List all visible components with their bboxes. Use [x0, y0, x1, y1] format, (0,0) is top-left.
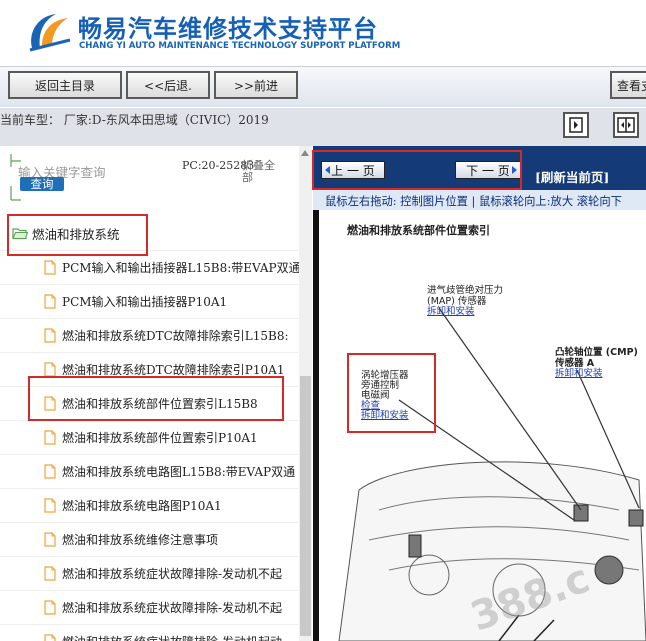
tree-scrollbar[interactable] — [299, 146, 312, 641]
home-button[interactable]: 返回主目录 — [8, 71, 122, 99]
refresh-page-link[interactable]: [刷新当前页] — [535, 167, 609, 186]
next-page-button[interactable]: 下 一 页 — [455, 161, 521, 179]
viewer-hint-text: 鼠标左右拖动: 控制图片位置 | 鼠标滚轮向上:放大 滚轮向下 — [325, 195, 622, 208]
single-page-icon — [569, 117, 583, 133]
tree-item[interactable]: 燃油和排放系统症状故障排除-发动机不起 — [0, 556, 298, 591]
document-icon — [44, 328, 56, 343]
cmp-sensor-link[interactable]: 拆卸和安装 — [555, 365, 603, 379]
back-button[interactable]: <<后退. — [126, 71, 210, 99]
tree-item[interactable]: 燃油和排放系统电路图P10A1 — [0, 488, 298, 523]
current-vehicle-label: 当前车型： 厂家:D-东风本田思域（CIVIC）2019 — [0, 113, 269, 127]
tree-item-label: PCM输入和输出插接器L15B8:带EVAP双通 — [62, 261, 301, 275]
tree-item-label: 燃油和排放系统DTC故障排除索引L15B8: — [62, 329, 289, 343]
collapse-all-link[interactable]: 折叠全部 — [242, 160, 282, 184]
tree-item[interactable]: PCM输入和输出插接器P10A1 — [0, 284, 298, 319]
scrollbar-thumb[interactable] — [300, 376, 311, 636]
document-icon — [44, 464, 56, 479]
forward-button[interactable]: >>前进 — [214, 71, 298, 99]
document-icon — [44, 498, 56, 513]
engine-diagram-drawing — [338, 307, 646, 641]
tree-item-label: 燃油和排放系统症状故障排除-发动机起动 — [62, 633, 282, 641]
fit-page-button[interactable] — [563, 112, 589, 138]
arrow-right-icon — [512, 166, 517, 174]
tree-category-label: 燃油和排放系统 — [32, 226, 120, 242]
tree-connector-icon — [10, 186, 21, 201]
diagram-image[interactable]: 燃油和排放系统部件位置索引 进气歧管绝对压力 (MAP) 传感器 拆卸和安装 凸… — [313, 210, 646, 641]
tree-item-label: 燃油和排放系统电路图P10A1 — [62, 499, 222, 513]
arrow-left-icon — [325, 166, 330, 174]
document-icon — [44, 294, 56, 309]
tree-item[interactable]: 燃油和排放系统电路图L15B8:带EVAP双通 — [0, 454, 298, 489]
tree-item[interactable]: 燃油和排放系统DTC故障排除索引L15B8: — [0, 318, 298, 353]
toolbar: 返回主目录 <<后退. >>前进 查看支 — [0, 66, 646, 107]
catalog-tree-panel: 输入关键字查询 查询 PC:20-25283 折叠全部 燃油和排放系统 PCM输… — [0, 146, 312, 641]
viewer-hint-bar: 鼠标左右拖动: 控制图片位置 | 鼠标滚轮向上:放大 滚轮向下 — [313, 190, 646, 211]
tree-item-label: 燃油和排放系统维修注意事项 — [62, 533, 219, 547]
tree-item[interactable]: 燃油和排放系统部件位置索引P10A1 — [0, 420, 298, 455]
diagram-title: 燃油和排放系统部件位置索引 — [347, 224, 490, 237]
tree-item-label: 燃油和排放系统DTC故障排除索引P10A1 — [62, 363, 285, 377]
logo-icon — [29, 14, 71, 52]
tree-item[interactable]: 燃油和排放系统症状故障排除-发动机起动 — [0, 624, 298, 641]
map-sensor-link[interactable]: 拆卸和安装 — [427, 303, 475, 317]
document-icon — [44, 260, 56, 275]
prev-page-label: 上 一 页 — [331, 163, 375, 178]
turbo-valve-install-link[interactable]: 拆卸和安装 — [361, 407, 409, 421]
document-icon — [44, 600, 56, 615]
split-view-icon — [617, 117, 635, 133]
expand-panel-button[interactable] — [613, 112, 639, 138]
document-icon — [44, 532, 56, 547]
document-icon — [44, 396, 56, 411]
brand-title: 畅易汽车维修技术支持平台 — [78, 15, 378, 43]
tree-item-label: PCM输入和输出插接器P10A1 — [62, 295, 228, 309]
page-navigation-bar: 上 一 页 下 一 页 [刷新当前页] — [313, 146, 646, 190]
prev-page-button[interactable]: 上 一 页 — [321, 161, 385, 179]
document-viewer: 上 一 页 下 一 页 [刷新当前页] 鼠标左右拖动: 控制图片位置 | 鼠标滚… — [313, 146, 646, 641]
app-header: 畅易汽车维修技术支持平台 CHANG YI AUTO MAINTENANCE T… — [0, 0, 646, 66]
next-page-label: 下 一 页 — [466, 163, 510, 178]
tree-item-label: 燃油和排放系统症状故障排除-发动机不起 — [62, 567, 283, 581]
search-button[interactable]: 查询 — [20, 177, 64, 191]
vehicle-bar: 当前车型： 厂家:D-东风本田思域（CIVIC）2019 — [0, 108, 646, 146]
tree-item-label: 燃油和排放系统部件位置索引P10A1 — [62, 431, 258, 445]
tree-item[interactable]: 燃油和排放系统症状故障排除-发动机不起 — [0, 590, 298, 625]
tree-item-label: 燃油和排放系统电路图L15B8:带EVAP双通 — [62, 465, 296, 479]
view-button[interactable]: 查看支 — [610, 71, 646, 99]
document-icon — [44, 634, 56, 641]
document-icon — [44, 566, 56, 581]
tree-item[interactable]: 燃油和排放系统DTC故障排除索引P10A1 — [0, 352, 298, 387]
folder-open-icon — [12, 227, 28, 239]
tree-item[interactable]: 燃油和排放系统维修注意事项 — [0, 522, 298, 557]
document-icon — [44, 362, 56, 377]
scroll-up-arrow-icon[interactable] — [301, 150, 309, 156]
tree-item[interactable]: 燃油和排放系统部件位置索引L15B8 — [0, 386, 298, 421]
tree-item-label: 燃油和排放系统症状故障排除-发动机不起 — [62, 601, 283, 615]
tree-item[interactable]: PCM输入和输出插接器L15B8:带EVAP双通 — [0, 250, 301, 285]
tree-item-label: 燃油和排放系统部件位置索引L15B8 — [62, 397, 258, 411]
tree-category-fuel-emission[interactable]: 燃油和排放系统 — [12, 222, 120, 244]
brand-subtitle: CHANG YI AUTO MAINTENANCE TECHNOLOGY SUP… — [79, 41, 401, 51]
document-icon — [44, 430, 56, 445]
